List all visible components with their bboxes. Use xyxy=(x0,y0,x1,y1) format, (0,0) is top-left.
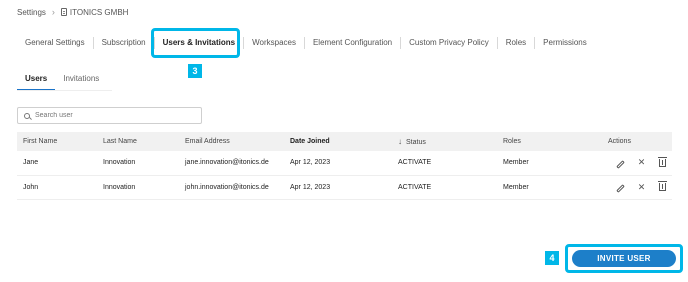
remove-icon[interactable]: ✕ xyxy=(637,182,646,193)
step-badge-3: 3 xyxy=(188,64,202,78)
col-status-label: Status xyxy=(406,139,426,146)
tab-roles[interactable]: Roles xyxy=(498,37,536,49)
col-roles[interactable]: Roles xyxy=(497,132,602,151)
search-input[interactable] xyxy=(35,112,185,119)
tab-general-settings[interactable]: General Settings xyxy=(17,37,94,49)
subtab-invitations[interactable]: Invitations xyxy=(55,70,107,91)
table-row: Jane Innovation jane.innovation@itonics.… xyxy=(17,151,672,175)
sort-arrow-down-icon[interactable]: ↓ xyxy=(398,137,402,146)
cell-status: ACTIVATE xyxy=(398,159,432,167)
subtabs-divider xyxy=(17,90,112,91)
tab-custom-privacy-policy[interactable]: Custom Privacy Policy xyxy=(401,37,498,49)
col-status[interactable]: ↓ Status xyxy=(392,132,497,151)
cell-last-name: Innovation xyxy=(103,183,136,191)
breadcrumb: Settings › ITONICS GMBH xyxy=(17,5,128,19)
tab-element-configuration[interactable]: Element Configuration xyxy=(305,37,402,49)
step-badge-4: 4 xyxy=(545,251,559,265)
subtabs: Users Invitations xyxy=(17,70,107,91)
cell-date-joined: Apr 12, 2023 xyxy=(290,159,331,167)
tab-highlight-box xyxy=(151,28,240,58)
breadcrumb-separator: › xyxy=(51,7,55,17)
breadcrumb-settings[interactable]: Settings xyxy=(17,8,46,17)
tab-permissions[interactable]: Permissions xyxy=(535,37,595,49)
delete-icon[interactable] xyxy=(658,181,667,193)
search-icon xyxy=(24,112,30,119)
breadcrumb-org-label: ITONICS GMBH xyxy=(69,7,129,17)
cell-actions: ✕ xyxy=(602,151,672,175)
cell-role: Member xyxy=(503,159,529,167)
settings-tabs: General Settings Subscription Users & In… xyxy=(17,32,595,54)
cell-first-name: John xyxy=(23,183,39,191)
users-table: First Name Last Name Email Address Date … xyxy=(17,132,672,200)
col-actions: Actions xyxy=(608,138,631,145)
edit-icon[interactable] xyxy=(616,182,625,193)
col-email[interactable]: Email Address xyxy=(179,132,284,151)
cell-first-name: Jane xyxy=(23,159,39,167)
cell-actions: ✕ xyxy=(602,175,672,199)
cell-role: Member xyxy=(503,183,529,191)
invite-user-button[interactable]: INVITE USER xyxy=(572,250,676,267)
breadcrumb-org[interactable]: ITONICS GMBH xyxy=(60,7,129,17)
building-icon xyxy=(60,8,67,16)
col-last-name[interactable]: Last Name xyxy=(97,132,179,151)
invite-highlight-box: INVITE USER xyxy=(565,244,683,273)
col-date-joined[interactable]: Date Joined xyxy=(284,132,392,151)
subtab-users[interactable]: Users xyxy=(17,70,56,91)
col-first-name[interactable]: First Name xyxy=(17,132,97,151)
tab-workspaces[interactable]: Workspaces xyxy=(244,37,305,49)
col-date-joined-label: Date Joined xyxy=(290,138,330,145)
cell-last-name: Innovation xyxy=(103,159,136,167)
table-header-row: First Name Last Name Email Address Date … xyxy=(17,132,672,151)
remove-icon[interactable]: ✕ xyxy=(637,157,646,168)
cell-email: john.innovation@itonics.de xyxy=(185,183,269,191)
cell-email: jane.innovation@itonics.de xyxy=(185,159,269,167)
cell-status: ACTIVATE xyxy=(398,183,432,191)
tab-subscription[interactable]: Subscription xyxy=(94,37,155,49)
search-box[interactable] xyxy=(17,107,202,124)
cell-date-joined: Apr 12, 2023 xyxy=(290,183,331,191)
delete-icon[interactable] xyxy=(658,156,667,169)
edit-icon[interactable] xyxy=(616,158,625,169)
table-row: John Innovation john.innovation@itonics.… xyxy=(17,175,672,199)
